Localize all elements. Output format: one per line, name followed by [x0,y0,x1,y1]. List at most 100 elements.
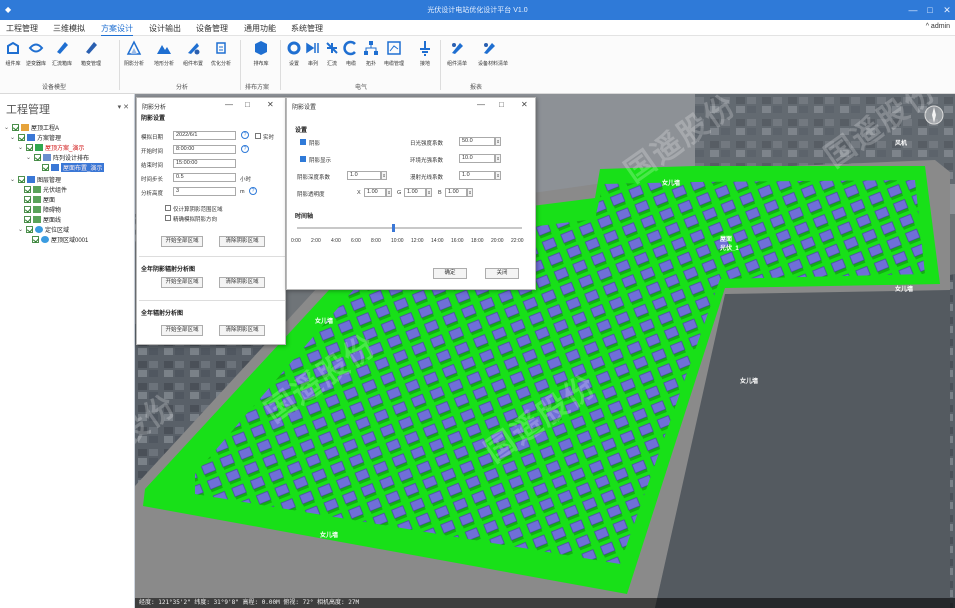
start-all-button[interactable]: 开始全部区域 [161,236,203,247]
x-field[interactable]: 1.00 [364,188,386,197]
spin-icon[interactable]: ⇕ [426,188,432,197]
ambient-field[interactable]: 10.0 [459,154,495,163]
clear-shadow-button[interactable]: 清除阴影区域 [219,236,265,247]
tool-topology[interactable]: 拓扑 [360,40,382,67]
collapse-icon[interactable]: ⌄ [10,134,16,141]
spin-icon[interactable]: ⇕ [495,137,501,146]
sun-intensity-field[interactable]: 50.0 [459,137,495,146]
tool-layout[interactable]: 组件布置 [182,40,204,67]
tree-item[interactable]: ⌄ 图层管理 [10,174,61,184]
cancel-button[interactable]: 关闭 [485,268,519,279]
tree-checkbox[interactable] [18,133,25,141]
tree-checkbox[interactable] [24,215,31,223]
tool-layout-lib[interactable]: 排布库 [250,40,272,67]
shadow-checkbox[interactable] [300,139,306,145]
menu-device[interactable]: 设备管理 [196,23,228,34]
start-all-button[interactable]: 开始全部区域 [161,325,203,336]
tool-shadow-analysis[interactable]: 阴影分析 [123,40,145,67]
minimize-icon[interactable]: — [225,100,233,109]
tree-item[interactable]: 屋顶区域0001 [32,234,88,244]
tree-item[interactable]: ⌄ 屋顶工程A [4,122,59,132]
help-icon[interactable]: ? [241,145,249,153]
close-icon[interactable]: ✕ [267,100,274,109]
ok-button[interactable]: 确定 [433,268,467,279]
tree-checkbox[interactable] [26,143,33,151]
tree-checkbox[interactable] [26,225,33,233]
spin-icon[interactable]: ⇕ [386,188,392,197]
end-time-field[interactable]: 15:00:00 [173,159,236,168]
tool-combiner-lib[interactable]: 汇流箱库 [51,40,73,67]
tool-module-list[interactable]: 组件清单 [446,40,468,67]
tree-checkbox[interactable] [34,153,41,161]
menu-common[interactable]: 通用功能 [244,23,276,34]
tree-item[interactable]: ⌄ 定位区域 [18,224,69,234]
b-field[interactable]: 1.00 [445,188,467,197]
tree-checkbox[interactable] [32,235,39,243]
shadow-range-checkbox[interactable] [165,205,171,211]
tree-item[interactable]: 屋面 [24,194,55,204]
close-button[interactable]: ✕ [940,3,954,17]
collapse-icon[interactable]: ⌄ [4,124,10,131]
tree-checkbox[interactable] [24,205,31,213]
diffuse-field[interactable]: 1.0 [459,171,495,180]
tool-cable[interactable]: 电缆 [340,40,362,67]
collapse-icon[interactable]: ⌄ [18,226,24,233]
tree-checkbox[interactable] [12,123,19,131]
menu-output[interactable]: 设计输出 [149,23,181,34]
tool-transformer-mgmt[interactable]: 箱变管理 [80,40,102,67]
tool-material-list[interactable]: 设备材料清单 [478,40,508,67]
spin-icon[interactable]: ⇕ [467,188,473,197]
tool-terrain-analysis[interactable]: 地形分析 [153,40,175,67]
help-icon[interactable]: ? [249,187,257,195]
menu-3d-sim[interactable]: 三维模拟 [53,23,85,34]
tree-item[interactable]: 障碍物 [24,204,61,214]
depth-field[interactable]: 1.0 [347,171,381,180]
tree-item[interactable]: 屋面线 [24,214,61,224]
tool-inverter-lib[interactable]: 逆变器库 [25,40,47,67]
menu-design[interactable]: 方案设计 [101,23,133,37]
menu-system[interactable]: 系统管理 [291,23,323,34]
maximize-icon[interactable]: □ [245,100,250,109]
shadow-dir-checkbox[interactable] [165,215,171,221]
maximize-icon[interactable]: □ [499,100,504,109]
time-step-field[interactable]: 0.5 [173,173,236,182]
tree-item[interactable]: 光伏组件 [24,184,67,194]
tree-checkbox[interactable] [24,195,31,203]
spin-icon[interactable]: ⇕ [495,154,501,163]
help-icon[interactable]: ? [241,131,249,139]
height-field[interactable]: 3 [173,187,236,196]
collapse-icon[interactable]: ⌄ [26,154,32,161]
tool-optimize[interactable]: 优化分析 [210,40,232,67]
maximize-button[interactable]: □ [923,3,937,17]
shadow-display-checkbox[interactable] [300,156,306,162]
spin-icon[interactable]: ⇕ [381,171,387,180]
minimize-icon[interactable]: — [477,100,485,109]
start-time-field[interactable]: 8:00:00 [173,145,236,154]
date-field[interactable]: 2022/6/1 [173,131,236,140]
tree-checkbox[interactable] [24,185,31,193]
clear-shadow-button[interactable]: 清除阴影区域 [219,325,265,336]
collapse-icon[interactable]: ⌄ [18,144,24,151]
panel-pin-button[interactable]: ▾ ✕ [118,103,129,111]
live-checkbox[interactable] [255,133,261,139]
tree-item[interactable]: ⌄ 阵列设计排布 [26,152,89,162]
close-icon[interactable]: ✕ [521,100,528,109]
compass-icon[interactable] [923,104,945,126]
clear-shadow-button[interactable]: 清除阴影区域 [219,277,265,288]
tree-item[interactable]: ⌄ 屋顶方案_演示 [18,142,84,152]
menu-project[interactable]: 工程管理 [6,23,38,34]
tree-checkbox[interactable] [42,163,49,171]
g-field[interactable]: 1.00 [404,188,426,197]
tree-item[interactable]: ⌄ 方案管理 [10,132,61,142]
minimize-button[interactable]: — [906,3,920,17]
user-menu[interactable]: ^ admin [926,23,950,30]
spin-icon[interactable]: ⇕ [495,171,501,180]
tool-module-lib[interactable]: 组件库 [2,40,24,67]
start-all-button[interactable]: 开始全部区域 [161,277,203,288]
tree-checkbox[interactable] [18,175,25,183]
tool-grounding[interactable]: 接地 [414,40,436,67]
collapse-icon[interactable]: ⌄ [10,176,16,183]
time-slider-thumb[interactable] [391,224,395,232]
time-slider-track[interactable] [297,227,522,229]
tool-cable-mgmt[interactable]: 电缆管理 [383,40,405,67]
